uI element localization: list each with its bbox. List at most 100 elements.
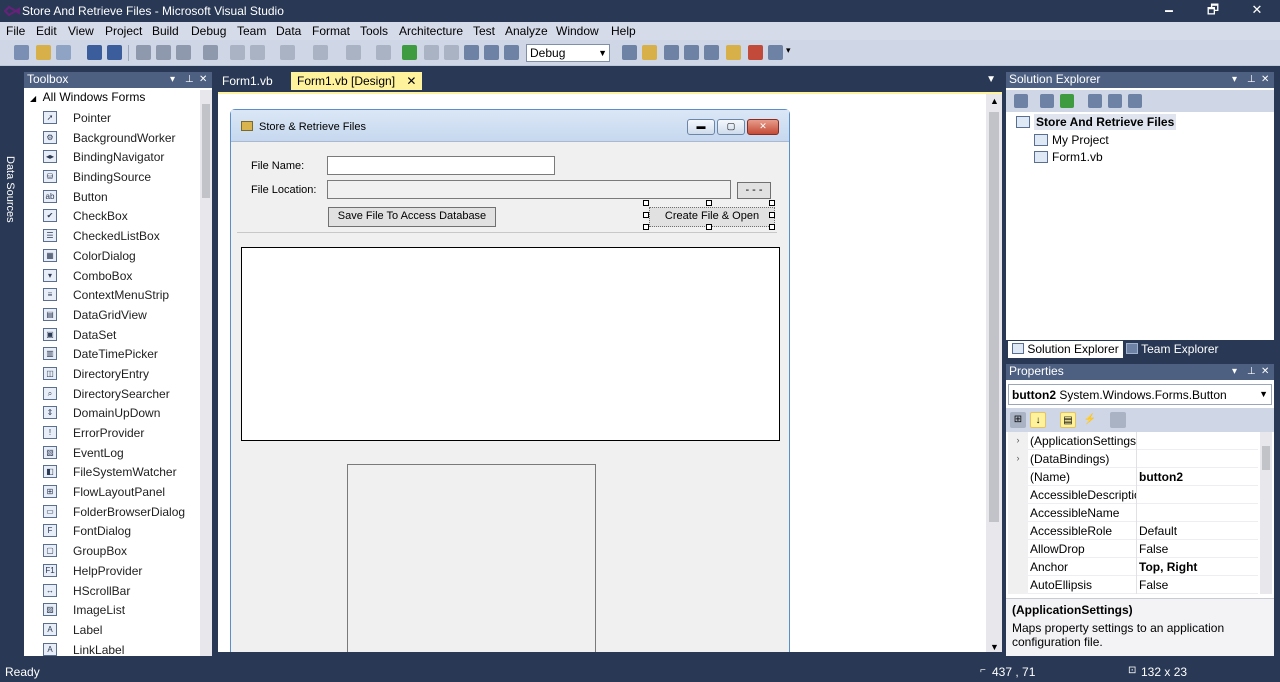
column-divider[interactable] <box>1136 504 1137 522</box>
events-icon[interactable]: ⚡ <box>1082 412 1098 428</box>
close-panel-icon[interactable]: ✕ <box>199 72 207 87</box>
selection-handle[interactable] <box>706 224 712 230</box>
toolbox-item[interactable]: F FontDialog <box>24 521 200 541</box>
toolbox-item[interactable]: ▣ DataSet <box>24 325 200 345</box>
close-panel-icon[interactable]: ✕ <box>1261 364 1269 379</box>
find-icon[interactable] <box>203 45 218 60</box>
paste-icon[interactable] <box>176 45 191 60</box>
toolbox-item[interactable]: F1 HelpProvider <box>24 561 200 581</box>
column-divider[interactable] <box>1136 522 1137 540</box>
designer-form[interactable]: Store & Retrieve Files ▬ ▢ ✕ File Name: … <box>230 109 790 652</box>
toolbox-item[interactable]: ⊞ FlowLayoutPanel <box>24 482 200 502</box>
menu-window[interactable]: Window <box>556 24 599 38</box>
properties-icon[interactable] <box>1014 94 1028 108</box>
selection-handle[interactable] <box>769 200 775 206</box>
auto-hide-pin-icon[interactable]: ⊥ <box>185 72 194 87</box>
refresh-icon[interactable] <box>1060 94 1074 108</box>
toolbox-item[interactable]: ▢ GroupBox <box>24 541 200 561</box>
property-row[interactable]: › (ApplicationSettings) <box>1008 432 1258 450</box>
break-all-icon[interactable] <box>424 45 439 60</box>
scrollbar-thumb[interactable] <box>1262 446 1270 470</box>
team-explorer-icon[interactable] <box>726 45 741 60</box>
toolbox-item[interactable]: ! ErrorProvider <box>24 423 200 443</box>
property-row[interactable]: AccessibleName <box>1008 504 1258 522</box>
tab-form1-design[interactable]: Form1.vb [Design] ✕ <box>291 72 423 90</box>
property-row[interactable]: AutoEllipsis False <box>1008 576 1258 594</box>
uncomment-icon[interactable] <box>250 45 265 60</box>
save-file-button[interactable]: Save File To Access Database <box>328 207 496 227</box>
menu-team[interactable]: Team <box>237 24 266 38</box>
toolbox-item[interactable]: ▥ DateTimePicker <box>24 344 200 364</box>
find-in-files-icon[interactable] <box>622 45 637 60</box>
object-selector[interactable]: button2 System.Windows.Forms.Button ▼ <box>1008 384 1272 405</box>
toolbox-item[interactable]: A Label <box>24 620 200 640</box>
auto-hide-pin-icon[interactable]: ⊥ <box>1247 72 1256 87</box>
property-value[interactable]: False <box>1139 578 1168 592</box>
save-all-icon[interactable] <box>107 45 122 60</box>
categorized-icon[interactable]: ⊞ <box>1010 412 1026 428</box>
step-over-icon[interactable] <box>484 45 499 60</box>
close-window-button[interactable]: ✕ <box>1234 0 1280 22</box>
window-position-icon[interactable]: ▾ <box>170 72 175 87</box>
cut-icon[interactable] <box>136 45 151 60</box>
document-list-dropdown-icon[interactable]: ▼ <box>986 74 996 85</box>
my-project-node[interactable]: My Project <box>1034 133 1109 147</box>
selection-handle[interactable] <box>643 200 649 206</box>
scrollbar-thumb[interactable] <box>202 104 210 198</box>
designer-scrollbar[interactable]: ▲ ▼ <box>986 94 1002 652</box>
file-list-box[interactable] <box>241 247 780 441</box>
file-name-label[interactable]: File Name: <box>251 160 304 172</box>
selection-handle[interactable] <box>643 212 649 218</box>
menu-debug[interactable]: Debug <box>191 24 226 38</box>
column-divider[interactable] <box>1136 468 1137 486</box>
menu-data[interactable]: Data <box>276 24 301 38</box>
toolbox-icon[interactable] <box>704 45 719 60</box>
menu-edit[interactable]: Edit <box>36 24 57 38</box>
tab-solution-explorer[interactable]: Solution Explorer <box>1008 341 1123 358</box>
new-project-icon[interactable] <box>14 45 29 60</box>
toolbox-item[interactable]: ➚ Pointer <box>24 108 200 128</box>
toolbox-item[interactable]: ▭ FolderBrowserDialog <box>24 502 200 522</box>
menu-file[interactable]: File <box>6 24 25 38</box>
toolbox-scrollbar[interactable] <box>200 90 212 656</box>
menu-analyze[interactable]: Analyze <box>505 24 548 38</box>
column-divider[interactable] <box>1136 450 1137 468</box>
data-sources-tab[interactable]: Data Sources <box>4 156 16 223</box>
property-row[interactable]: AccessibleRole Default <box>1008 522 1258 540</box>
toolbox-item[interactable]: ⇕ DomainUpDown <box>24 403 200 423</box>
step-into-icon[interactable] <box>464 45 479 60</box>
minimize-button[interactable]: 🗕 <box>1146 0 1192 22</box>
column-divider[interactable] <box>1136 558 1137 576</box>
property-value[interactable]: button2 <box>1139 470 1183 484</box>
selection-handle[interactable] <box>643 224 649 230</box>
toolbox-item[interactable]: ☰ CheckedListBox <box>24 226 200 246</box>
selection-handle[interactable] <box>769 212 775 218</box>
properties-window-icon[interactable] <box>664 45 679 60</box>
file-name-textbox[interactable] <box>327 156 555 175</box>
file-location-label[interactable]: File Location: <box>251 184 316 196</box>
show-all-files-icon[interactable] <box>1040 94 1054 108</box>
solution-explorer-icon[interactable] <box>642 45 657 60</box>
expand-icon[interactable]: › <box>1008 432 1028 450</box>
selection-handle[interactable] <box>769 224 775 230</box>
class-diagram-icon[interactable] <box>1128 94 1142 108</box>
browse-button[interactable]: - - - <box>737 182 771 199</box>
toolbox-item[interactable]: ◂▸ BindingNavigator <box>24 147 200 167</box>
toolbox-category[interactable]: ◢ All Windows Forms <box>30 90 145 104</box>
add-item-icon[interactable] <box>56 45 71 60</box>
navigate-forward-icon[interactable] <box>376 45 391 60</box>
property-row[interactable]: › (DataBindings) <box>1008 450 1258 468</box>
step-out-icon[interactable] <box>504 45 519 60</box>
toolbar-overflow-icon[interactable]: ▾ <box>786 45 794 60</box>
toolbox-item[interactable]: ⛁ BindingSource <box>24 167 200 187</box>
stop-debugging-icon[interactable] <box>444 45 459 60</box>
property-grid-scrollbar[interactable] <box>1260 432 1272 594</box>
properties-view-icon[interactable]: ▤ <box>1060 412 1076 428</box>
property-row[interactable]: AccessibleDescription <box>1008 486 1258 504</box>
property-value[interactable]: False <box>1139 542 1168 556</box>
view-designer-icon[interactable] <box>1108 94 1122 108</box>
toolbox-item[interactable]: A LinkLabel <box>24 640 200 658</box>
property-value[interactable]: Default <box>1139 524 1177 538</box>
property-row[interactable]: Anchor Top, Right <box>1008 558 1258 576</box>
save-icon[interactable] <box>87 45 102 60</box>
